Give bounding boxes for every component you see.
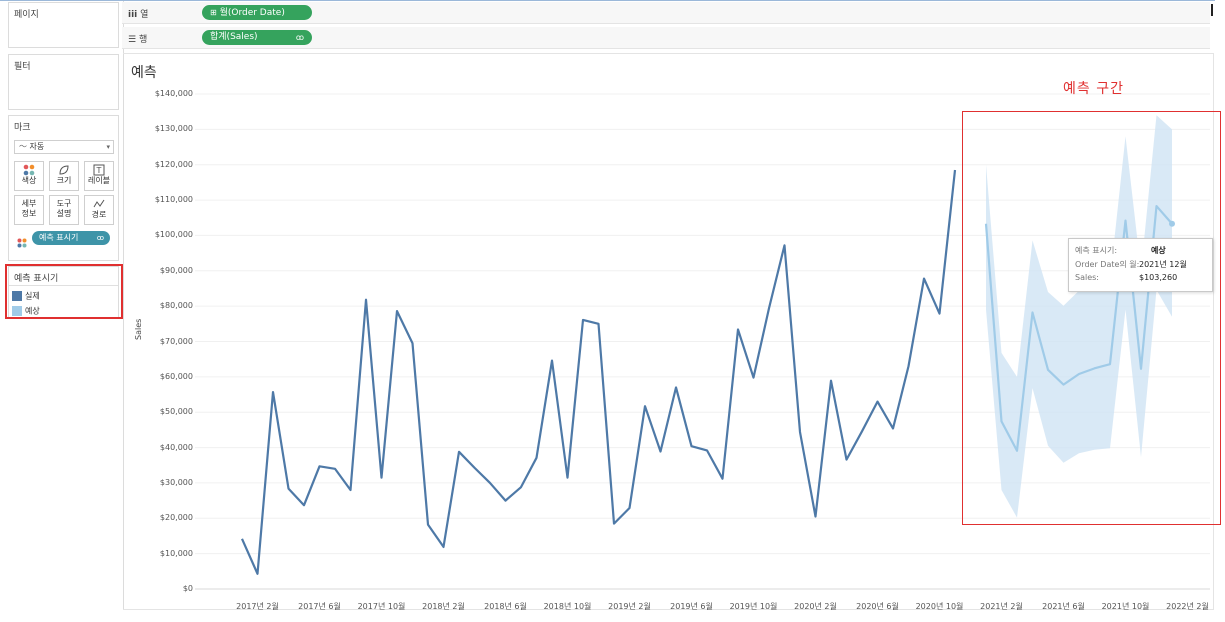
- tooltip-row-date: Order Date의 월: 2021년 12월: [1075, 259, 1208, 270]
- tooltip-key: 예측 표시기:: [1075, 246, 1118, 255]
- series-line-actual: [240, 169, 957, 575]
- tooltip-value: 예상: [1151, 246, 1166, 255]
- tooltip-value: 2021년 12월: [1139, 260, 1187, 269]
- tooltip-row-sales: Sales: $103,260: [1075, 273, 1208, 284]
- hover-tooltip: 예측 표시기: 예상 Order Date의 월: 2021년 12월 Sale…: [1068, 238, 1213, 292]
- forecast-interval-annotation: 예측 구간: [1063, 81, 1124, 97]
- tooltip-key: Order Date의 월:: [1075, 260, 1140, 269]
- tooltip-row-indicator: 예측 표시기: 예상: [1075, 245, 1208, 256]
- forecast-interval-highlight-box: [962, 111, 1221, 525]
- tooltip-key: Sales:: [1075, 273, 1099, 282]
- tooltip-value: $103,260: [1139, 273, 1178, 282]
